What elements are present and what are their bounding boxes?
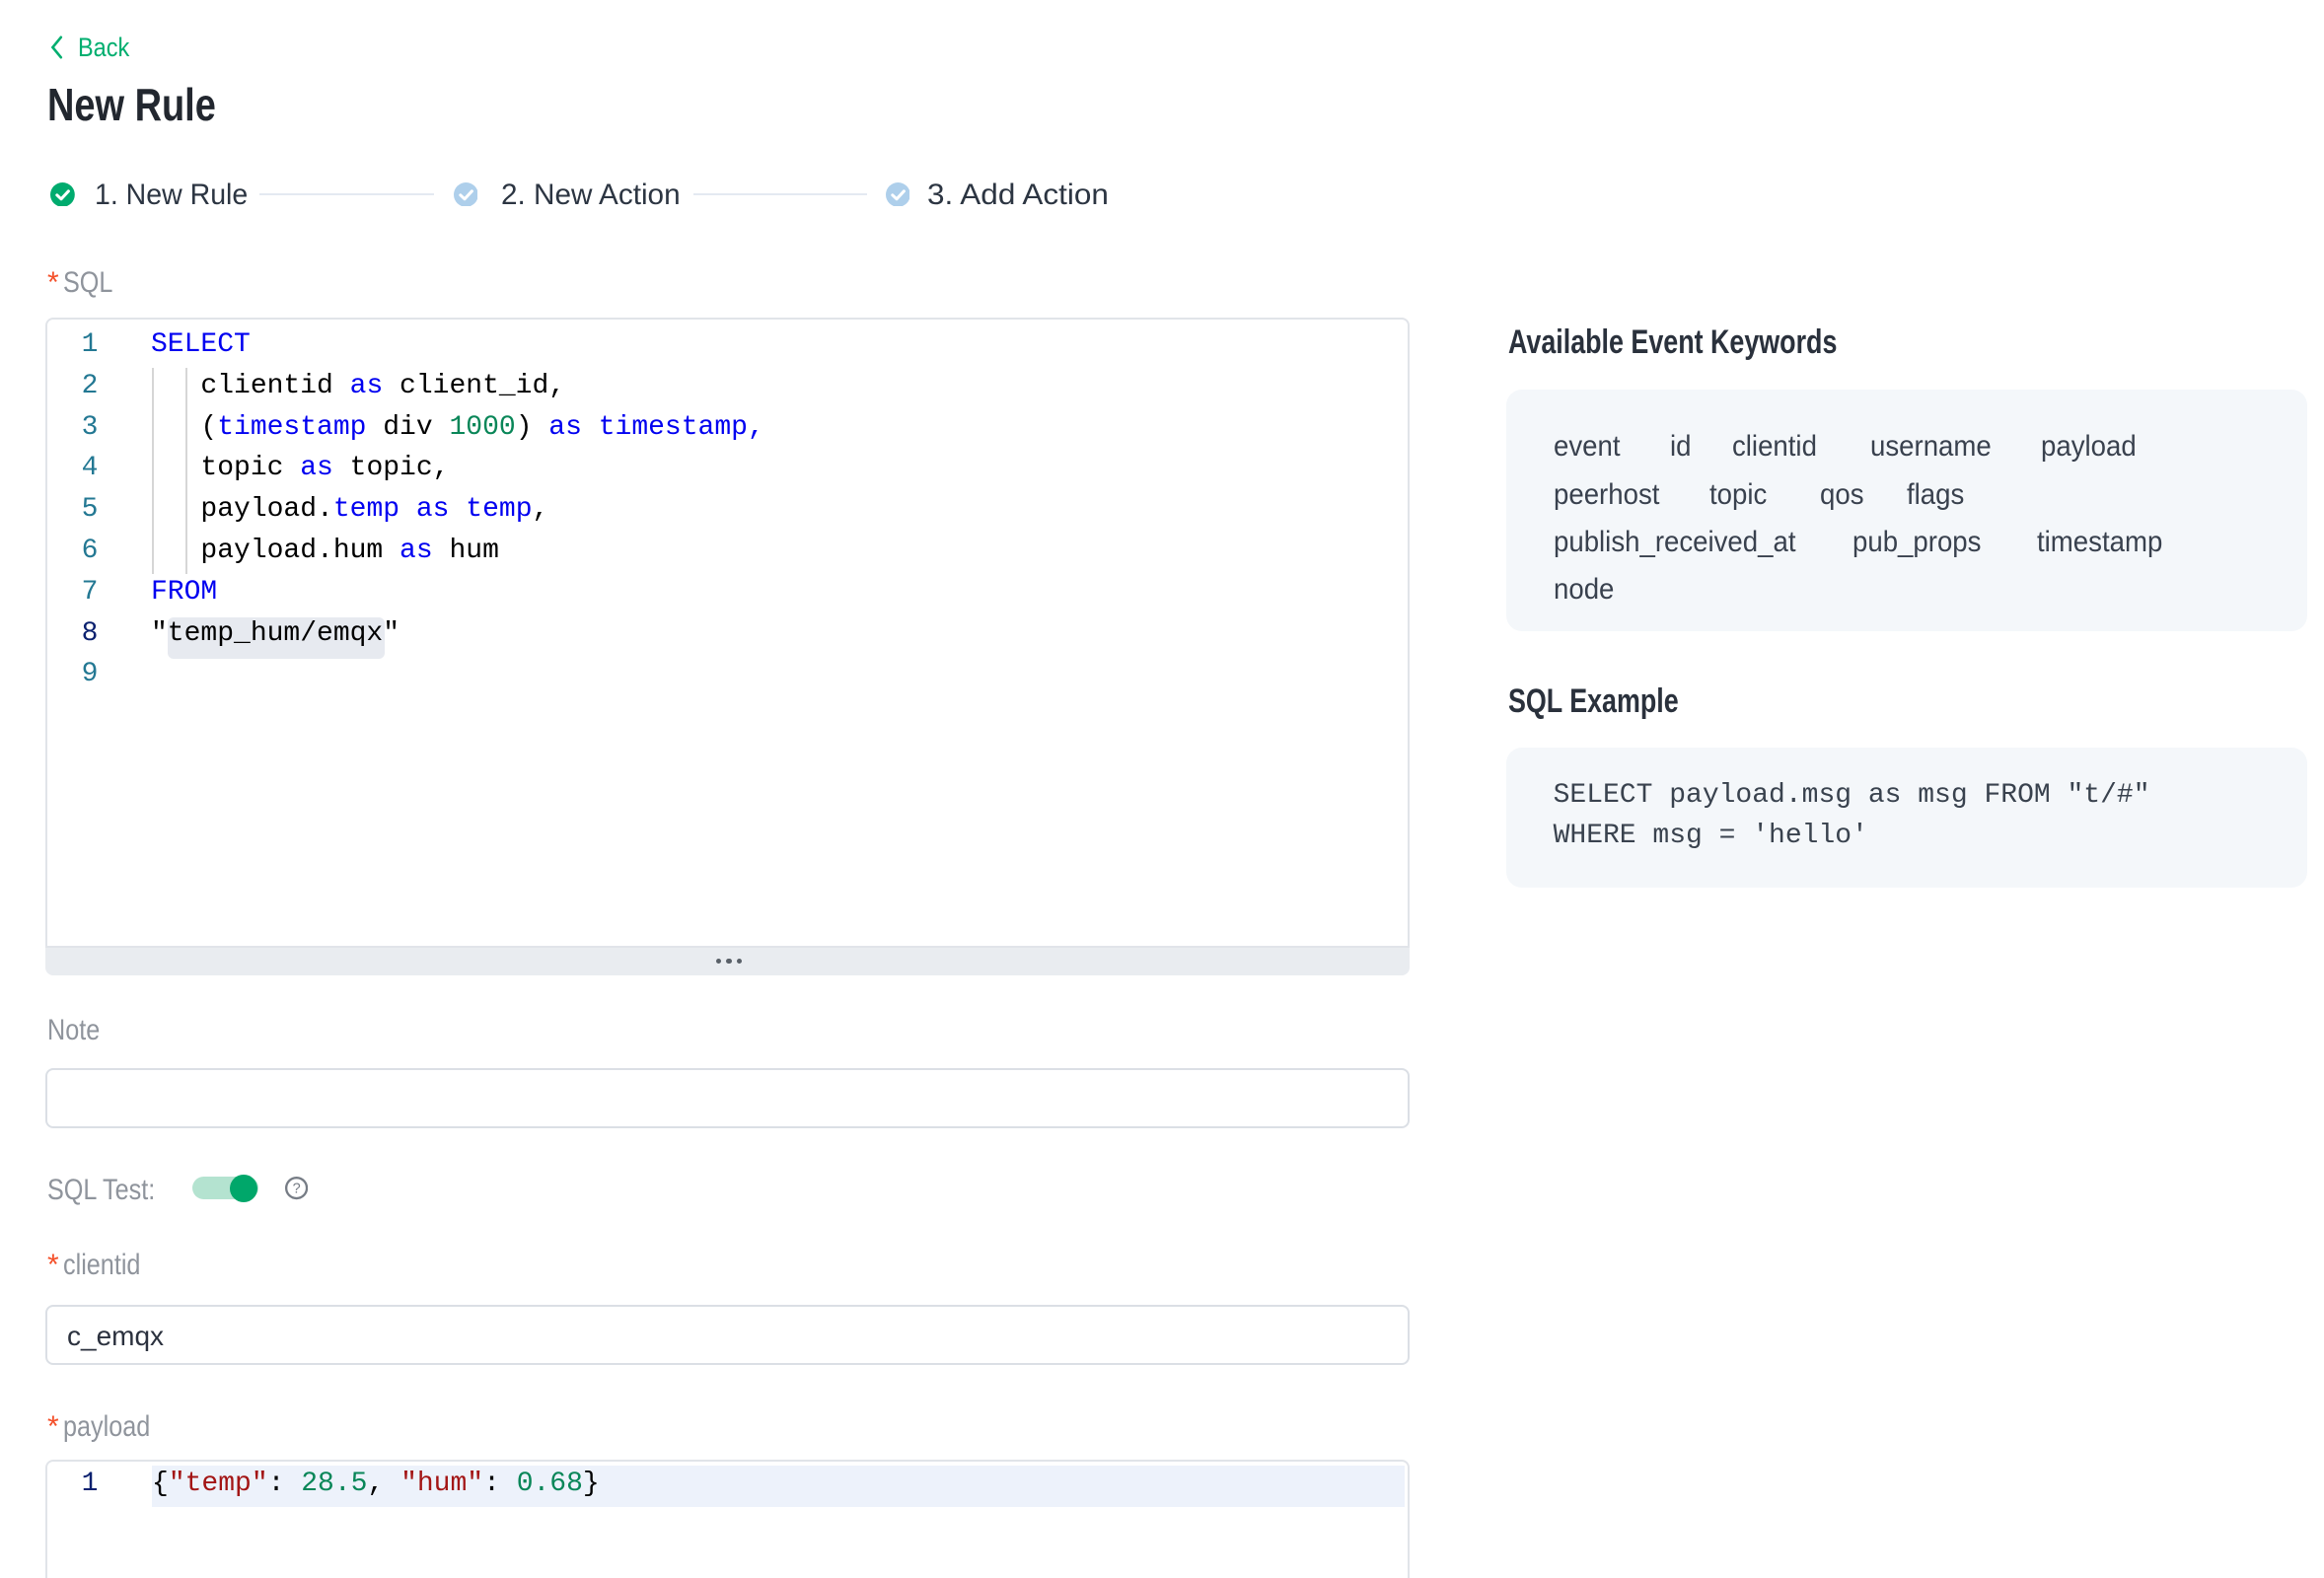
svg-text:?: ? (293, 1182, 301, 1197)
